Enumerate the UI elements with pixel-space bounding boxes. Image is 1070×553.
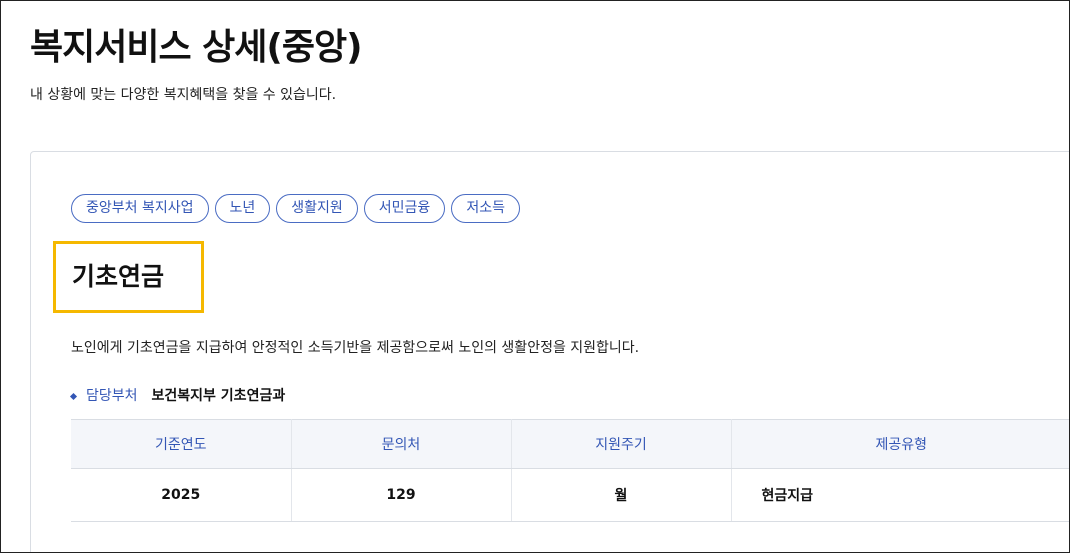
table-header-row: 기준연도 문의처 지원주기 제공유형 [71, 419, 1069, 469]
tag-low-income[interactable]: 저소득 [451, 194, 520, 223]
page-subtitle: 내 상황에 맞는 다양한 복지혜택을 찾을 수 있습니다. [30, 87, 337, 103]
cell-base-year: 2025 [71, 468, 292, 522]
tag-microfinance[interactable]: 서민금융 [363, 194, 446, 223]
service-title-highlight: 기초연금 [53, 241, 204, 313]
service-detail-card: 중앙부처 복지사업 노년 생활지원 서민금융 저소득 기초연금 노인에게 기초연… [30, 151, 1069, 552]
page-frame: 복지서비스 상세(중앙) 내 상황에 맞는 다양한 복지혜택을 찾을 수 있습니… [0, 0, 1070, 553]
table-row: 2025 129 월 현금지급 [71, 468, 1069, 522]
department-label: 담당부처 [86, 388, 138, 404]
department-value: 보건복지부 기초연금과 [151, 388, 286, 404]
header-support-cycle: 지원주기 [511, 419, 732, 469]
service-description: 노인에게 기초연금을 지급하여 안정적인 소득기반을 제공함으로써 노인의 생활… [71, 340, 640, 356]
tag-living-support[interactable]: 생활지원 [276, 194, 358, 223]
cell-support-cycle: 월 [511, 468, 732, 522]
cell-contact: 129 [291, 468, 512, 522]
header-contact: 문의처 [291, 419, 512, 469]
header-provision-type: 제공유형 [731, 419, 1069, 469]
department-row: 담당부처 보건복지부 기초연금과 [69, 386, 286, 406]
service-title: 기초연금 [72, 262, 165, 291]
category-tags: 중앙부처 복지사업 노년 생활지원 서민금융 저소득 [71, 194, 520, 223]
diamond-bullet-icon [69, 392, 78, 400]
cell-provision-type: 현금지급 [731, 468, 1069, 522]
tag-central-welfare[interactable]: 중앙부처 복지사업 [71, 194, 209, 223]
service-info-table: 기준연도 문의처 지원주기 제공유형 2025 129 월 현금지급 [71, 419, 1069, 522]
header-base-year: 기준연도 [71, 419, 292, 469]
tag-old-age[interactable]: 노년 [214, 194, 271, 223]
page-title: 복지서비스 상세(중앙) [30, 27, 363, 68]
